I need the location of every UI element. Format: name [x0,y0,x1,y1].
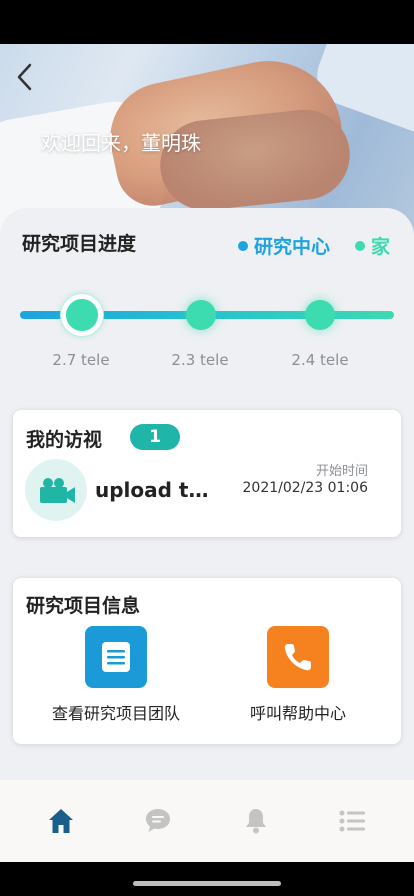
nav-list[interactable] [337,806,367,836]
nav-messages[interactable] [143,806,173,836]
legend-dot [355,240,365,251]
document-icon [102,642,130,672]
progress-title: 研究项目进度 [22,233,137,255]
legend-home: 家 [355,232,390,259]
legend-research-center: 研究中心 [238,232,330,259]
legend-label: 家 [371,236,391,258]
phone-icon [284,644,311,671]
status-bar [0,0,414,44]
app-screen: 欢迎回来，董明珠 研究项目进度 研究中心 家 2.7 tele 2.3 tele… [0,0,414,896]
view-team-label[interactable]: 查看研究项目团队 [36,700,196,724]
info-title: 研究项目信息 [26,595,141,617]
home-icon [49,809,73,833]
video-camera-icon [40,478,75,503]
progress-step-3[interactable] [305,300,335,330]
home-indicator[interactable] [133,881,281,886]
progress-step-2-label: 2.3 tele [171,351,229,369]
legend-dot [238,240,248,251]
visits-title: 我的访视 [26,429,103,451]
nav-home[interactable] [46,806,76,836]
progress-step-3-label: 2.4 tele [291,351,349,369]
visit-start-time: 2021/02/23 01:06 [242,480,369,496]
chat-icon [146,809,170,832]
nav-notifications[interactable] [241,806,271,836]
legend-label: 研究中心 [254,236,331,258]
call-help-button[interactable] [267,626,329,688]
back-button[interactable] [12,60,42,94]
home-indicator-area [0,862,414,896]
visit-start-time-label: 开始时间 [315,464,368,479]
view-team-button[interactable] [85,626,147,688]
bell-icon [246,809,266,834]
visits-count-badge: 1 [130,424,180,450]
visit-item-title[interactable]: upload t… [95,478,209,502]
progress-step-1-label: 2.7 tele [52,351,110,369]
list-icon [339,810,365,832]
progress-step-2[interactable] [186,300,216,330]
visit-item-icon[interactable] [25,459,87,521]
chevron-left-icon [17,63,32,91]
call-help-label[interactable]: 呼叫帮助中心 [218,700,378,724]
welcome-text: 欢迎回来，董明珠 [41,131,201,155]
progress-step-1[interactable] [61,294,103,336]
